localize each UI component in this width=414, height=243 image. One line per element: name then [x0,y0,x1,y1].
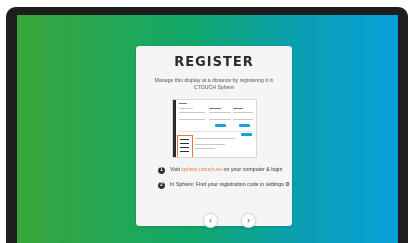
illustration-line [195,148,215,150]
step-1-suffix: on your computer & login [222,167,283,173]
register-subtitle: Manage this display at a distance by reg… [154,78,274,91]
display-screen: REGISTER Manage this display at a distan… [6,7,408,243]
illustration-line [233,112,253,114]
sphere-screenshot-illustration [172,99,257,158]
illustration-line [233,108,243,110]
illustration-line [180,147,189,149]
display-frame: REGISTER Manage this display at a distan… [0,0,414,243]
illustration-line [179,108,193,110]
illustration-line [180,139,189,141]
registration-code-highlight [177,135,193,157]
step-number-1: 1 [158,166,165,174]
illustration-line [209,119,231,121]
step-1: 1 Visit sphere.ctouch.eu on your compute… [158,166,282,174]
illustration-line [179,119,205,121]
illustration-line [209,108,221,110]
illustration-line [180,143,189,145]
register-card: REGISTER Manage this display at a distan… [136,46,292,228]
illustration-button [241,133,252,136]
illustration-sidebar [173,100,176,157]
chevron-right-icon: › [247,215,250,225]
step-1-text: Visit sphere.ctouch.eu on your computer … [170,167,282,173]
chevron-left-icon: ‹ [209,215,212,225]
illustration-line [179,112,205,114]
previous-button[interactable]: ‹ [203,213,218,228]
step-1-prefix: Visit [170,167,182,173]
illustration-line [195,144,225,146]
illustration-line [179,103,187,105]
step-2-text: In Sphere: Find your registration code i… [170,182,284,188]
illustration-line [180,151,189,153]
step-number-2: 2 [158,181,165,189]
illustration-button [215,124,226,127]
illustration-button [239,124,250,127]
illustration-line [233,119,253,121]
gradient-background: REGISTER Manage this display at a distan… [17,15,398,243]
next-button[interactable]: › [241,213,256,228]
step-2: 2 In Sphere: Find your registration code… [158,181,290,189]
illustration-line [195,138,235,140]
gear-icon: ⚙ [284,182,290,188]
illustration-line [209,112,231,114]
register-title: REGISTER [174,55,254,70]
sphere-link[interactable]: sphere.ctouch.eu [181,167,222,173]
